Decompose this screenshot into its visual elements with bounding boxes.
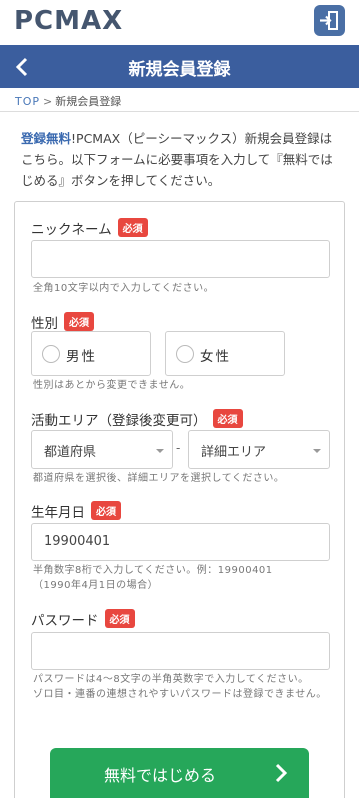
breadcrumb-home-link[interactable]: TOP	[15, 95, 40, 108]
birthday-label: 生年月日 必須	[31, 501, 121, 521]
gender-label: 性別 必須	[31, 312, 94, 332]
required-badge: 必須	[91, 501, 121, 520]
radio-circle	[176, 345, 194, 363]
required-badge: 必須	[64, 312, 94, 331]
birthday-help: 半角数字8桁で入力してください。例：19900401 （1990年4月1日の場合）	[33, 565, 273, 591]
top-bar: PCMAX	[0, 0, 359, 44]
breadcrumb-current: 新規会員登録	[55, 95, 122, 108]
logo: PCMAX	[14, 6, 124, 36]
prefecture-select[interactable]: 都道府県	[31, 430, 173, 469]
detail-area-select-value: 詳細エリア	[201, 445, 267, 460]
gender-male-radio[interactable]: 男性	[31, 331, 151, 376]
breadcrumb: TOP > 新規会員登録	[15, 93, 121, 109]
nickname-label: ニックネーム 必須	[31, 218, 148, 238]
caret-down-icon	[156, 449, 164, 453]
login-icon	[320, 11, 338, 30]
intro-text: 登録無料!PCMAX（ピーシーマックス）新規会員登録はこちら。以下フォームに必要…	[21, 128, 341, 191]
page-header: 新規会員登録	[0, 45, 359, 88]
gender-male-label: 男性	[66, 349, 97, 365]
password-input[interactable]	[31, 632, 330, 670]
gender-female-label: 女性	[200, 349, 231, 365]
prefecture-select-value: 都道府県	[44, 445, 97, 460]
area-help: 都道府県を選択後、詳細エリアを選択してください。	[33, 473, 285, 484]
birthday-input[interactable]: 19900401	[31, 523, 330, 561]
free-label: 登録無料	[21, 131, 72, 146]
nickname-input[interactable]	[31, 240, 330, 278]
login-button[interactable]	[314, 5, 345, 36]
gender-help: 性別はあとから変更できません。	[33, 380, 191, 391]
page-title: 新規会員登録	[128, 60, 231, 80]
submit-button[interactable]: 無料ではじめる	[50, 748, 309, 798]
nickname-help: 全角10文字以内で入力してください。	[33, 283, 215, 294]
divider	[0, 111, 359, 112]
password-label: パスワード 必須	[31, 609, 135, 629]
radio-circle	[42, 345, 60, 363]
breadcrumb-separator: >	[43, 95, 53, 108]
password-help: パスワードは4～8文字の半角英数字で入力してください。 ゾロ目・連番の連想されやす…	[33, 674, 327, 700]
area-separator: -	[176, 441, 181, 455]
required-badge: 必須	[117, 218, 148, 237]
chevron-right-icon	[275, 763, 288, 783]
area-label: 活動エリア（登録後変更可） 必須	[31, 409, 243, 429]
required-badge: 必須	[212, 409, 243, 428]
detail-area-select[interactable]: 詳細エリア	[188, 430, 330, 469]
required-badge: 必須	[104, 609, 135, 628]
gender-female-radio[interactable]: 女性	[165, 331, 285, 376]
submit-label: 無料ではじめる	[103, 766, 216, 785]
caret-down-icon	[313, 449, 321, 453]
